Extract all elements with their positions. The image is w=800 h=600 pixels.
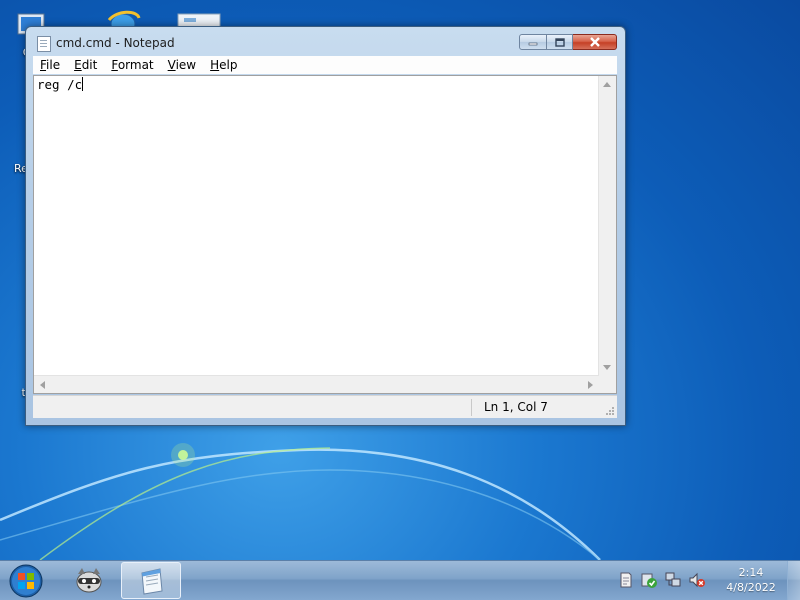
show-desktop-button[interactable] bbox=[787, 561, 800, 600]
system-tray bbox=[618, 571, 706, 589]
taskbar: 2:14 4/8/2022 bbox=[0, 560, 800, 600]
clock-date: 4/8/2022 bbox=[726, 581, 776, 594]
menu-format-rest: ormat bbox=[117, 58, 154, 72]
notepad-window[interactable]: cmd.cmd - Notepad File Edit Format View … bbox=[25, 26, 626, 426]
close-button[interactable] bbox=[573, 34, 617, 50]
scroll-up-icon[interactable] bbox=[603, 81, 611, 87]
cursor-position: Ln 1, Col 7 bbox=[484, 400, 548, 414]
taskbar-app-notepad[interactable] bbox=[121, 562, 181, 599]
status-bar: Ln 1, Col 7 bbox=[33, 395, 617, 418]
editor-content[interactable]: reg /c bbox=[37, 77, 84, 92]
window-title: cmd.cmd - Notepad bbox=[56, 36, 175, 50]
maximize-icon bbox=[554, 37, 565, 47]
security-check-icon[interactable] bbox=[640, 571, 658, 589]
taskbar-app-raccoon[interactable] bbox=[62, 562, 117, 599]
scroll-down-icon[interactable] bbox=[603, 365, 611, 371]
network-icon[interactable] bbox=[664, 571, 682, 589]
menu-help-rest: elp bbox=[219, 58, 238, 72]
scroll-left-icon[interactable] bbox=[39, 381, 45, 389]
close-icon bbox=[589, 37, 600, 47]
volume-muted-icon[interactable] bbox=[688, 571, 706, 589]
title-bar[interactable]: cmd.cmd - Notepad bbox=[26, 27, 625, 57]
menu-format[interactable]: Format bbox=[104, 58, 160, 72]
menu-edit[interactable]: Edit bbox=[67, 58, 104, 72]
clock[interactable]: 2:14 4/8/2022 bbox=[720, 565, 782, 595]
raccoon-app-icon bbox=[76, 568, 102, 593]
text-editor[interactable]: reg /c bbox=[33, 75, 617, 394]
minimize-icon bbox=[528, 42, 538, 46]
notepad-icon bbox=[37, 36, 51, 52]
scroll-right-icon[interactable] bbox=[588, 381, 594, 389]
menu-view[interactable]: View bbox=[161, 58, 203, 72]
menu-help[interactable]: Help bbox=[203, 58, 244, 72]
menu-view-accel: V bbox=[167, 58, 176, 72]
resize-grip-icon[interactable] bbox=[605, 406, 615, 416]
caption-buttons bbox=[519, 34, 617, 52]
menu-edit-rest: dit bbox=[81, 58, 98, 72]
menu-file-rest: ile bbox=[46, 58, 61, 72]
menu-bar: File Edit Format View Help bbox=[33, 56, 617, 74]
internet-explorer-icon[interactable] bbox=[103, 8, 143, 28]
scrollbar-corner bbox=[599, 376, 616, 393]
start-button-icon[interactable] bbox=[6, 564, 46, 598]
action-center-icon[interactable] bbox=[618, 571, 634, 589]
maximize-button[interactable] bbox=[547, 34, 573, 50]
menu-file[interactable]: File bbox=[33, 58, 67, 72]
vertical-scrollbar[interactable] bbox=[598, 76, 616, 376]
menu-edit-accel: E bbox=[74, 58, 82, 72]
editor-text: reg /c bbox=[37, 77, 83, 92]
clock-time: 2:14 bbox=[738, 566, 764, 579]
horizontal-scrollbar[interactable] bbox=[34, 375, 599, 393]
desktop: Co Rec I test cmd.cmd - Notepad bbox=[0, 0, 800, 600]
status-separator bbox=[471, 399, 472, 416]
menu-view-rest: iew bbox=[175, 58, 197, 72]
menu-help-accel: H bbox=[210, 58, 220, 72]
notepad-icon bbox=[141, 568, 163, 595]
minimize-button[interactable] bbox=[519, 34, 547, 50]
text-caret bbox=[82, 77, 84, 91]
